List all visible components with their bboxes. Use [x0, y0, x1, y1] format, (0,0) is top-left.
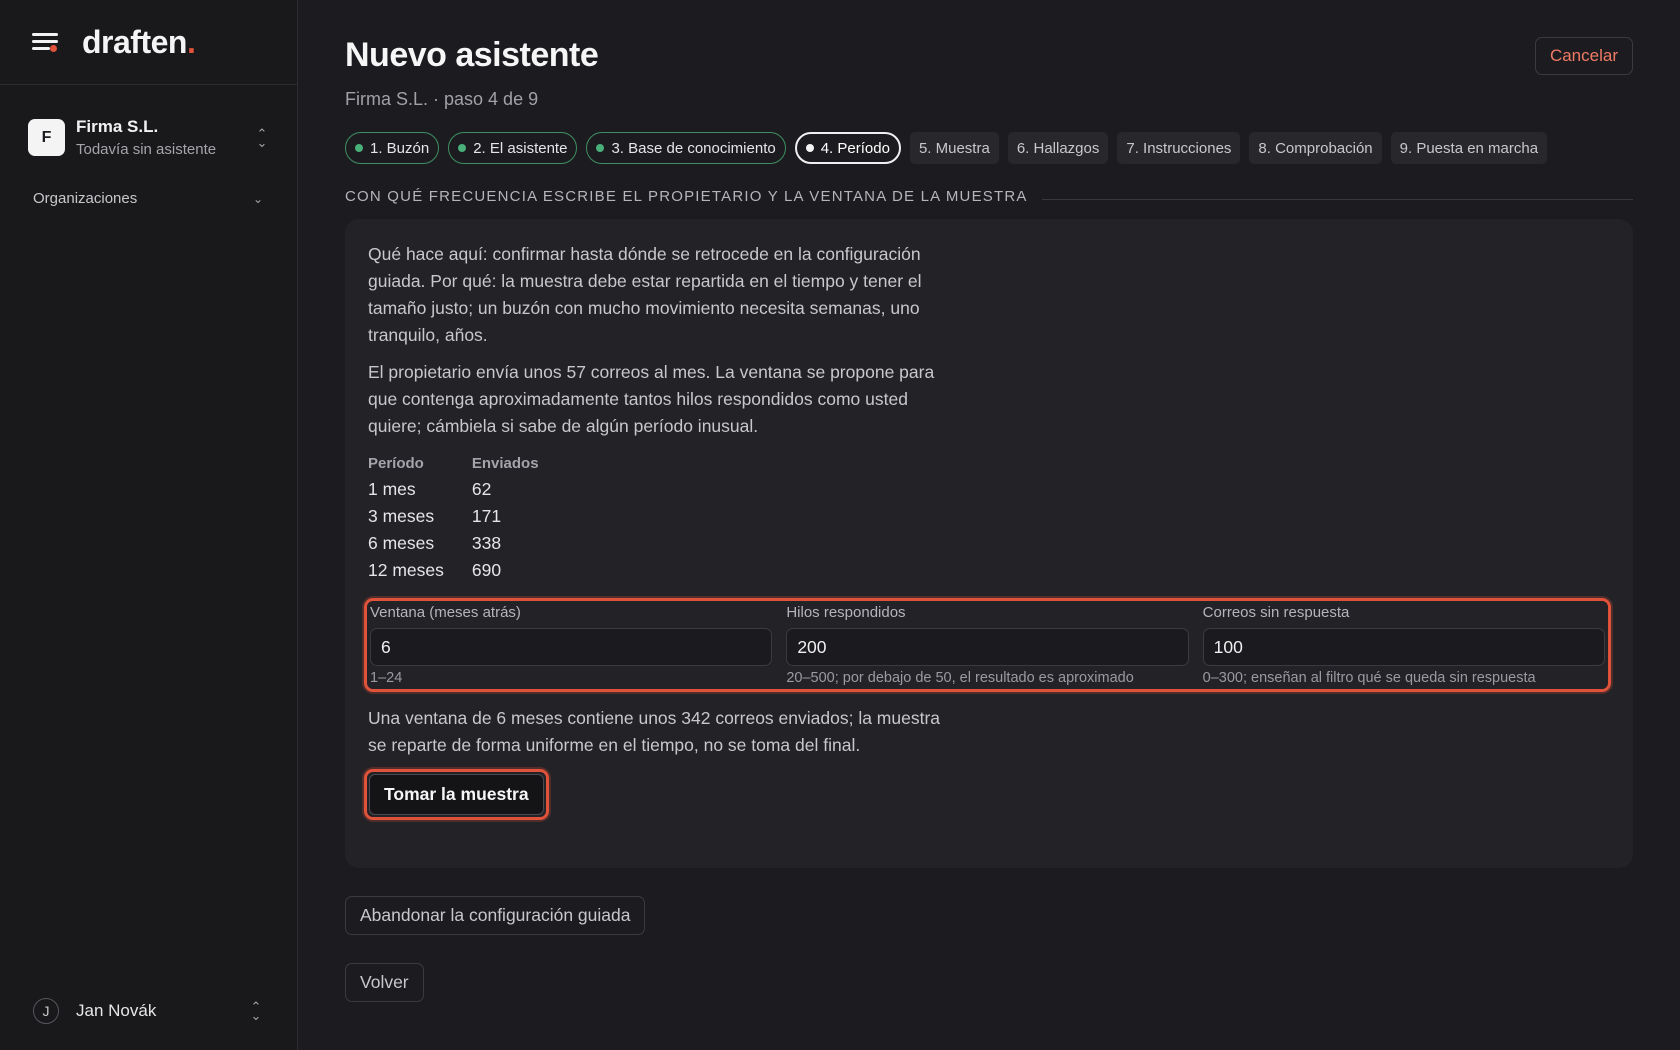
cancel-button[interactable]: Cancelar — [1534, 37, 1633, 75]
sample-fields: Ventana (meses atrás) 1–24 Hilos respond… — [370, 604, 1605, 686]
step-3[interactable]: 3. Base de conocimiento — [586, 132, 786, 164]
step-label: 6. Hallazgos — [1016, 139, 1100, 157]
main-content: Nuevo asistente Firma S.L. · paso 4 de 9… — [298, 0, 1680, 1050]
app: draften. F Firma S.L. Todavía sin asiste… — [0, 0, 1680, 1050]
answered-threads-input[interactable] — [786, 628, 1189, 666]
abandon-setup-button[interactable]: Abandonar la configuración guiada — [345, 896, 646, 935]
org-name: Firma S.L. — [76, 117, 159, 136]
step-label: 5. Muestra — [918, 139, 990, 157]
table-header-row: Período Enviados — [368, 455, 567, 476]
step-done-dot — [355, 144, 363, 152]
step-9[interactable]: 9. Puesta en marcha — [1390, 132, 1548, 164]
period-table: Período Enviados 1 mes 62 3 meses 171 6 … — [368, 455, 567, 584]
sample-button-highlight: Tomar la muestra — [364, 769, 549, 820]
step-5[interactable]: 5. Muestra — [909, 132, 999, 164]
step-6[interactable]: 6. Hallazgos — [1007, 132, 1109, 164]
brand-logo: draften. — [82, 23, 196, 60]
unanswered-emails-input[interactable] — [1202, 628, 1605, 666]
page-subtitle: Firma S.L. · paso 4 de 9 — [345, 89, 539, 109]
step-2[interactable]: 2. El asistente — [448, 132, 578, 164]
user-menu[interactable]: J Jan Novák ⌃ ⌄ — [33, 998, 263, 1024]
threads-field-label: Hilos respondidos — [786, 604, 906, 621]
step-1[interactable]: 1. Buzón — [345, 132, 440, 164]
window-months-input[interactable] — [370, 628, 773, 666]
table-header: Período — [368, 455, 424, 472]
step-7[interactable]: 7. Instrucciones — [1117, 132, 1241, 164]
chevron-updown-icon: ⌃ ⌄ — [256, 125, 268, 150]
step-label: 3. Base de conocimiento — [611, 139, 776, 157]
summary-text: Una ventana de 6 meses contiene unos 342… — [368, 708, 941, 755]
org-status: Todavía sin asistente — [76, 141, 217, 158]
user-name: Jan Novák — [76, 1001, 157, 1020]
table-header: Enviados — [471, 455, 539, 472]
table-cell: 62 — [471, 479, 492, 499]
step-done-dot — [458, 144, 467, 152]
table-row: 1 mes 62 — [368, 476, 567, 503]
table-cell: 338 — [471, 533, 502, 553]
step-label: 4. Período — [820, 139, 890, 157]
chevron-updown-icon: ⌃ ⌄ — [250, 999, 262, 1023]
chevron-down-icon: ⌄ — [252, 191, 263, 206]
step-done-dot — [596, 144, 605, 152]
table-cell: 6 meses — [368, 533, 435, 553]
unanswered-field: Correos sin respuesta 0–300; enseñan al … — [1202, 604, 1605, 686]
table-row: 6 meses 338 — [368, 530, 567, 557]
title-row: Nuevo asistente Firma S.L. · paso 4 de 9… — [345, 36, 1633, 110]
org-avatar: F — [28, 119, 65, 156]
user-avatar: J — [33, 998, 59, 1024]
section-header: CON QUÉ FRECUENCIA ESCRIBE EL PROPIETARI… — [345, 188, 1633, 205]
take-sample-button[interactable]: Tomar la muestra — [369, 774, 544, 815]
unanswered-field-hint: 0–300; enseñan al filtro qué se queda si… — [1202, 670, 1536, 686]
threads-field-hint: 20–500; por debajo de 50, el resultado e… — [786, 670, 1134, 686]
window-field: Ventana (meses atrás) 1–24 — [370, 604, 773, 686]
table-cell: 12 meses — [368, 560, 444, 580]
sample-fields-group: Ventana (meses atrás) 1–24 Hilos respond… — [364, 598, 1611, 692]
table-cell: 3 meses — [368, 506, 435, 526]
threads-field: Hilos respondidos 20–500; por debajo de … — [786, 604, 1189, 686]
intro-text: Qué hace aquí: confirmar hasta dónde se … — [368, 244, 922, 345]
step-active-dot — [805, 144, 814, 152]
period-card: Qué hace aquí: confirmar hasta dónde se … — [345, 219, 1633, 868]
step-label: 2. El asistente — [473, 139, 568, 157]
page-title: Nuevo asistente — [345, 36, 599, 74]
stepper: 1. Buzón 2. El asistente 3. Base de conoci… — [345, 132, 1633, 164]
step-label: 7. Instrucciones — [1126, 139, 1232, 157]
section-title: CON QUÉ FRECUENCIA ESCRIBE EL PROPIETARI… — [345, 188, 1028, 205]
sidebar-section-label: Organizaciones — [33, 190, 138, 207]
step-4[interactable]: 4. Período — [794, 132, 901, 164]
step-label: 1. Buzón — [370, 139, 430, 157]
step-label: 9. Puesta en marcha — [1399, 139, 1539, 157]
back-button[interactable]: Volver — [345, 963, 424, 1002]
menu-icon[interactable] — [32, 31, 60, 53]
table-row: 3 meses 171 — [368, 503, 567, 530]
step-label: 8. Comprobación — [1258, 139, 1373, 157]
table-cell: 690 — [471, 560, 502, 580]
stats-text: El propietario envía unos 57 correos al … — [368, 362, 935, 436]
org-switcher[interactable]: F Firma S.L. Todavía sin asistente ⌃ ⌄ — [28, 117, 269, 158]
sidebar-section-organizations[interactable]: Organizaciones ⌄ — [33, 190, 263, 207]
sidebar-header: draften. — [0, 0, 297, 85]
window-field-label: Ventana (meses atrás) — [370, 604, 521, 621]
table-row: 12 meses 690 — [368, 557, 567, 584]
unanswered-field-label: Correos sin respuesta — [1202, 604, 1350, 621]
org-text: Firma S.L. Todavía sin asistente — [76, 117, 255, 158]
section-divider — [1041, 199, 1633, 200]
window-field-hint: 1–24 — [370, 670, 403, 686]
sidebar: draften. F Firma S.L. Todavía sin asiste… — [0, 0, 298, 1050]
table-cell: 171 — [471, 506, 502, 526]
table-cell: 1 mes — [368, 479, 416, 499]
step-8[interactable]: 8. Comprobación — [1249, 132, 1382, 164]
